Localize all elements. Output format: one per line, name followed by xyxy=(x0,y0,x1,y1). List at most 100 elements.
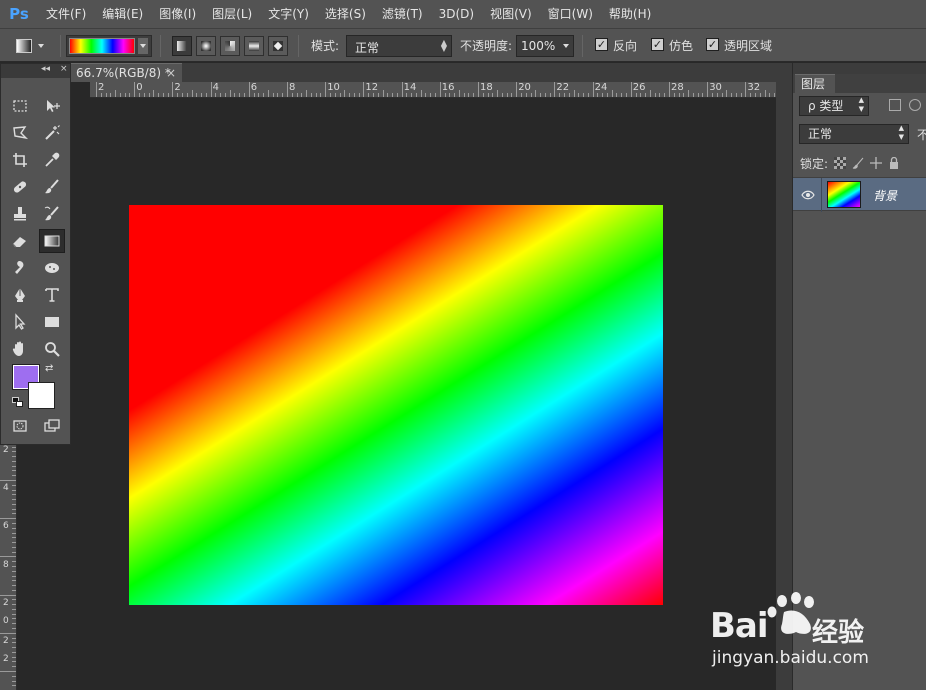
mode-select[interactable]: 正常 ▲ ▼ xyxy=(346,35,452,57)
blend-mode-select[interactable]: 正常 ▲ ▼ xyxy=(799,124,909,144)
blur-tool[interactable] xyxy=(7,256,33,280)
layer-name[interactable]: 背景 xyxy=(873,187,897,204)
swap-colors-icon[interactable]: ⇄ xyxy=(45,363,53,374)
menu-window[interactable]: 窗口(W) xyxy=(540,0,601,28)
menu-3d[interactable]: 3D(D) xyxy=(431,0,482,28)
gradient-dropdown-button[interactable] xyxy=(138,38,148,54)
ruler-minor-tick xyxy=(697,93,699,97)
ruler-minor-tick xyxy=(186,93,188,97)
lock-brush-icon[interactable] xyxy=(852,157,864,169)
lock-transparent-icon[interactable] xyxy=(834,157,847,169)
ruler-minor-tick xyxy=(482,93,484,97)
reverse-checkbox[interactable]: ✓ xyxy=(595,38,608,51)
crop-tool[interactable] xyxy=(7,148,33,172)
ruler-tick-label: 20 xyxy=(518,82,531,93)
lock-all-icon[interactable] xyxy=(888,157,900,169)
default-colors-icon[interactable] xyxy=(12,397,23,407)
clone-stamp-tool[interactable] xyxy=(7,202,33,226)
menu-layer[interactable]: 图层(L) xyxy=(204,0,260,28)
tool-preset-picker[interactable] xyxy=(16,35,58,57)
opacity-input[interactable]: 100% xyxy=(516,35,574,57)
ruler-minor-tick xyxy=(239,93,241,97)
screen-mode-button[interactable] xyxy=(39,414,65,438)
ruler-minor-tick xyxy=(277,93,279,97)
ruler-tick-label: 2 0 xyxy=(3,597,9,626)
document-tab[interactable]: 66.7%(RGB/8) * × xyxy=(70,63,182,82)
transparency-checkbox[interactable]: ✓ xyxy=(706,38,719,51)
ruler-minor-tick xyxy=(750,93,752,97)
ruler-minor-tick xyxy=(0,556,16,558)
toolbox-header[interactable]: ◂◂ × xyxy=(1,64,70,78)
menu-image[interactable]: 图像(I) xyxy=(151,0,204,28)
ruler-minor-tick xyxy=(301,93,303,97)
ruler-minor-tick xyxy=(105,93,107,97)
angle-gradient-button[interactable] xyxy=(220,36,240,56)
pen-tool[interactable] xyxy=(7,283,33,307)
ruler-minor-tick xyxy=(12,666,16,668)
ruler-tick xyxy=(592,82,594,97)
image-filter-icon[interactable] xyxy=(889,99,901,111)
ruler-minor-tick xyxy=(12,599,16,601)
ruler-minor-tick xyxy=(220,93,222,97)
radial-gradient-button[interactable] xyxy=(196,36,216,56)
ruler-minor-tick xyxy=(664,93,666,97)
type-tool[interactable] xyxy=(39,283,65,307)
close-icon[interactable]: × xyxy=(60,64,68,74)
ruler-tick-label: 4 xyxy=(3,483,9,494)
magic-wand-tool[interactable] xyxy=(39,121,65,145)
linear-gradient-button[interactable] xyxy=(172,36,192,56)
menu-view[interactable]: 视图(V) xyxy=(482,0,540,28)
updown-arrow-icon: ▲ ▼ xyxy=(858,96,864,113)
ruler-minor-tick xyxy=(229,90,231,97)
menu-edit[interactable]: 编辑(E) xyxy=(94,0,151,28)
document-canvas[interactable] xyxy=(129,205,663,605)
layer-thumbnail[interactable] xyxy=(827,181,861,208)
lock-move-icon[interactable] xyxy=(870,157,883,169)
ruler-minor-tick xyxy=(12,551,16,553)
tab-layers[interactable]: 图层 xyxy=(795,74,835,93)
layer-row[interactable]: 背景 xyxy=(793,177,926,212)
rectangle-tool[interactable] xyxy=(39,310,65,334)
gradient-picker[interactable] xyxy=(66,35,152,57)
background-color-swatch[interactable] xyxy=(28,382,55,409)
menu-type[interactable]: 文字(Y) xyxy=(260,0,317,28)
diamond-gradient-button[interactable] xyxy=(268,36,288,56)
history-brush-tool[interactable] xyxy=(39,202,65,226)
menu-select[interactable]: 选择(S) xyxy=(317,0,374,28)
menu-filter[interactable]: 滤镜(T) xyxy=(374,0,431,28)
ruler-minor-tick xyxy=(215,93,217,97)
eraser-tool[interactable] xyxy=(7,229,33,253)
adjustment-filter-icon[interactable] xyxy=(909,99,921,111)
menu-help[interactable]: 帮助(H) xyxy=(601,0,659,28)
move-tool[interactable] xyxy=(39,94,65,118)
ruler-tick xyxy=(172,82,174,97)
ruler-minor-tick xyxy=(473,93,475,97)
marquee-tool[interactable] xyxy=(7,94,33,118)
gradient-tool[interactable] xyxy=(39,229,65,253)
ruler-minor-tick xyxy=(282,93,284,97)
layer-filter-select[interactable]: ρ 类型 ▲ ▼ xyxy=(799,96,869,116)
dither-checkbox[interactable]: ✓ xyxy=(651,38,664,51)
quick-mask-button[interactable] xyxy=(7,414,33,438)
ruler-minor-tick xyxy=(12,446,16,448)
dodge-tool[interactable] xyxy=(39,256,65,280)
lasso-tool[interactable] xyxy=(7,121,33,145)
menu-file[interactable]: 文件(F) xyxy=(38,0,94,28)
collapse-icon[interactable]: ◂◂ xyxy=(41,64,50,74)
hand-tool[interactable] xyxy=(7,337,33,361)
path-selection-tool[interactable] xyxy=(7,310,33,334)
chevron-down-icon xyxy=(563,44,569,48)
ruler-minor-tick xyxy=(315,93,317,97)
zoom-tool[interactable] xyxy=(39,337,65,361)
eye-icon[interactable] xyxy=(801,188,815,202)
healing-brush-tool[interactable] xyxy=(7,175,33,199)
ruler-minor-tick xyxy=(100,93,102,97)
ruler-minor-tick xyxy=(358,93,360,97)
brush-tool[interactable] xyxy=(39,175,65,199)
eyedropper-tool[interactable] xyxy=(39,148,65,172)
reflected-gradient-button[interactable] xyxy=(244,36,264,56)
ruler-minor-tick xyxy=(640,93,642,97)
close-icon[interactable]: × xyxy=(166,64,176,82)
ruler-minor-tick xyxy=(205,93,207,97)
ruler-tick-label: 12 xyxy=(365,82,379,93)
